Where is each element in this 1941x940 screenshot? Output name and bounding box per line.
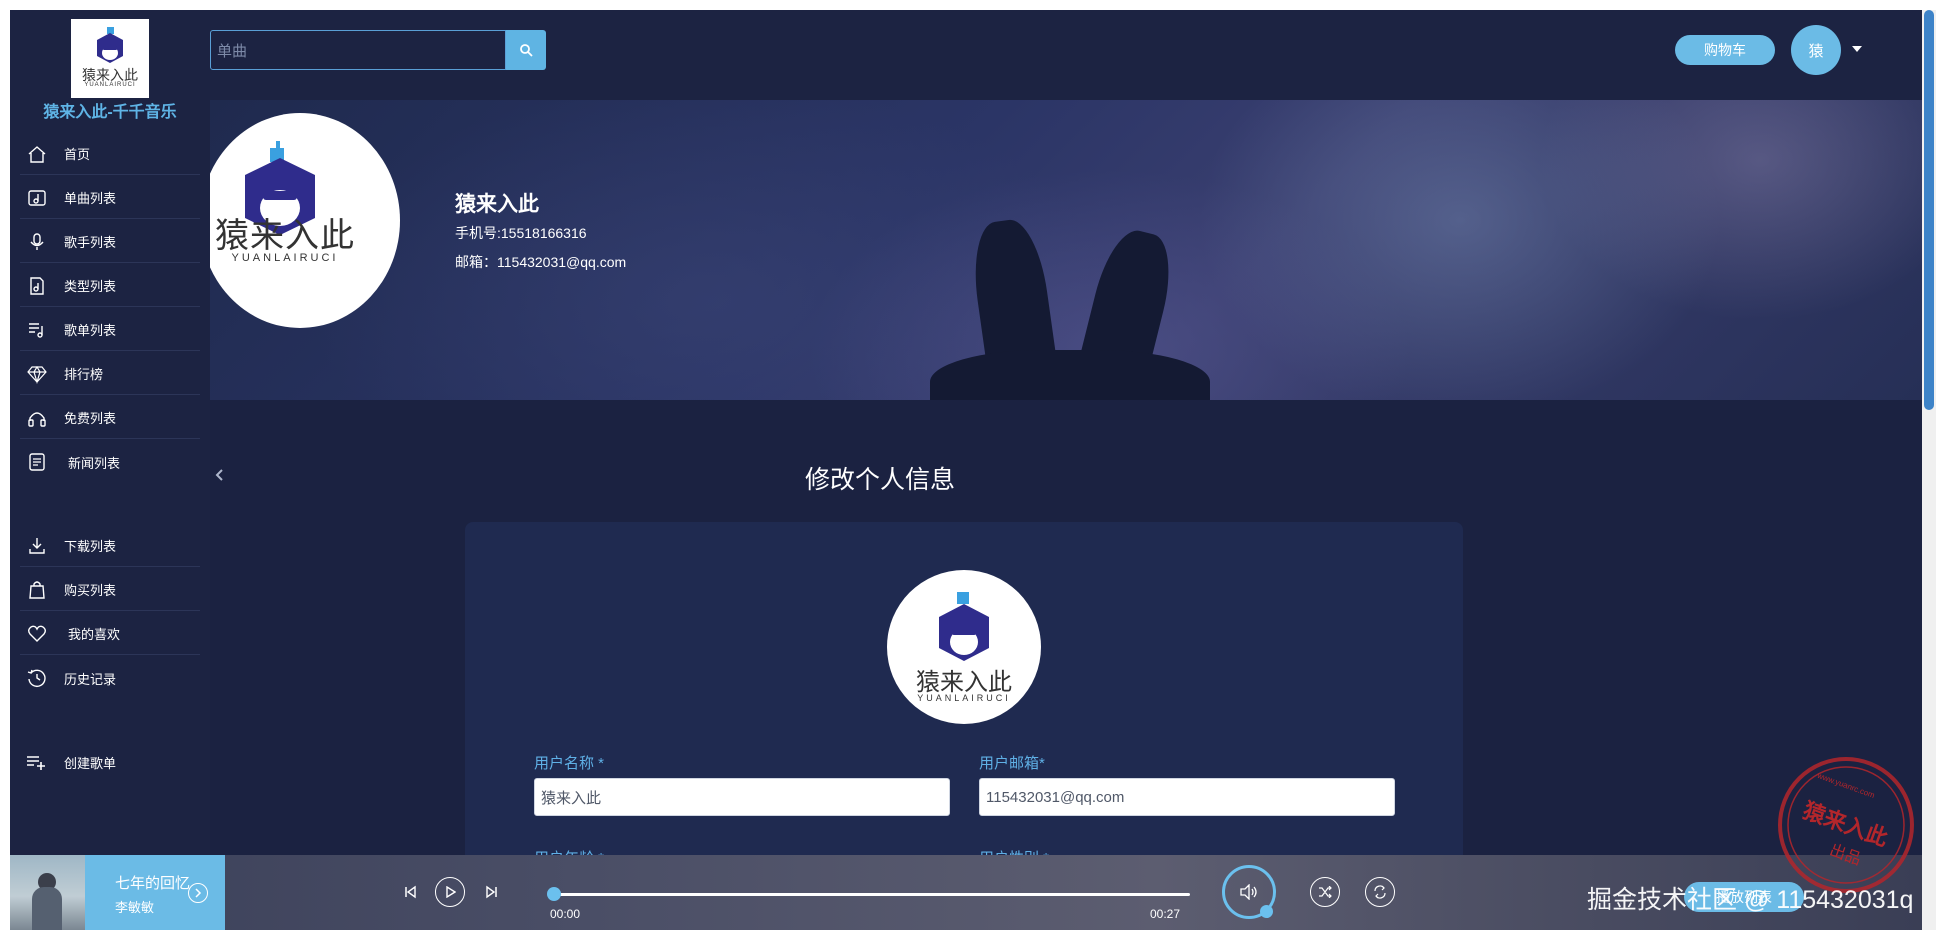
chevron-right-icon bbox=[195, 888, 202, 898]
shuffle-icon bbox=[1319, 886, 1332, 898]
search-box bbox=[210, 30, 509, 71]
add-playlist-icon bbox=[24, 749, 50, 775]
progress-handle[interactable] bbox=[547, 887, 561, 901]
play-button[interactable] bbox=[435, 877, 465, 907]
skip-next-icon bbox=[486, 885, 497, 899]
song-title: 七年的回忆 bbox=[115, 875, 191, 892]
diamond-icon bbox=[24, 361, 50, 387]
profile-banner: 猿来入此 YUANLAIRUCI 猿来入此 手机号:15518166316 邮箱… bbox=[210, 100, 1922, 400]
page-scrollbar[interactable] bbox=[1922, 10, 1936, 930]
sidebar-item-label: 免费列表 bbox=[64, 411, 117, 426]
sidebar-item-label: 新闻列表 bbox=[68, 455, 121, 471]
caret-down-icon[interactable] bbox=[1852, 46, 1862, 52]
profile-name: 猿来入此 bbox=[455, 193, 539, 216]
sidebar-item-downloads[interactable]: 下载列表 bbox=[20, 525, 200, 567]
skip-previous-icon bbox=[405, 885, 416, 899]
sidebar-item-create-playlist[interactable]: 创建歌单 bbox=[20, 741, 200, 783]
sidebar-item-news[interactable]: 新闻列表 bbox=[20, 441, 200, 483]
page-title: 修改个人信息 bbox=[804, 466, 955, 494]
current-time: 00:00 bbox=[550, 907, 581, 921]
sidebar-item-songs[interactable]: 单曲列表 bbox=[20, 177, 200, 219]
playlist-icon bbox=[24, 317, 50, 343]
total-time: 00:27 bbox=[1150, 907, 1181, 921]
sidebar-item-label: 歌手列表 bbox=[64, 235, 117, 250]
profile-phone: 手机号:15518166316 bbox=[455, 225, 587, 241]
sidebar-item-label: 歌单列表 bbox=[64, 323, 117, 338]
card-avatar[interactable]: 猿来入此 YUANLAIRUCI bbox=[887, 570, 1041, 724]
song-artist: 李敏敏 bbox=[115, 900, 155, 915]
sidebar-item-label: 下载列表 bbox=[64, 539, 117, 554]
search-input[interactable] bbox=[211, 31, 509, 71]
volume-icon bbox=[1240, 884, 1257, 900]
top-header: 购物车 猿 bbox=[10, 10, 1922, 100]
sidebar-item-label: 首页 bbox=[64, 147, 91, 162]
repeat-icon bbox=[1374, 885, 1386, 899]
sidebar-item-types[interactable]: 类型列表 bbox=[20, 265, 200, 307]
next-button[interactable] bbox=[482, 882, 502, 902]
sidebar-item-free[interactable]: 免费列表 bbox=[20, 397, 200, 439]
sidebar-item-label: 单曲列表 bbox=[64, 191, 117, 206]
play-icon bbox=[446, 886, 456, 898]
sidebar-item-purchases[interactable]: 购买列表 bbox=[20, 569, 200, 611]
username-label: 用户名称 * bbox=[534, 755, 605, 772]
user-avatar[interactable]: 猿 bbox=[1791, 25, 1841, 75]
progress-bar[interactable] bbox=[550, 893, 1190, 896]
sidebar: 猿来入此 YUANLAIRUCI 猿来入此-千千音乐 首页 单曲列表 歌手列表 … bbox=[10, 10, 210, 855]
watermark-text: 掘金技术社区 @ 115432031q bbox=[1587, 886, 1914, 914]
search-button[interactable] bbox=[506, 30, 546, 70]
cart-button[interactable]: 购物车 bbox=[1675, 35, 1775, 65]
previous-button[interactable] bbox=[400, 882, 420, 902]
music-file-icon bbox=[24, 273, 50, 299]
sidebar-item-label: 创建歌单 bbox=[64, 755, 117, 771]
sidebar-item-label: 购买列表 bbox=[64, 583, 117, 598]
sidebar-item-label: 我的喜欢 bbox=[68, 627, 121, 642]
search-icon bbox=[520, 44, 533, 57]
news-icon bbox=[24, 449, 50, 475]
brand-stamp: www.yuanrc.com 猿来入此 出品 bbox=[1776, 755, 1916, 895]
repeat-button[interactable] bbox=[1365, 877, 1395, 907]
sidebar-item-rankings[interactable]: 排行榜 bbox=[20, 353, 200, 395]
sidebar-item-favorites[interactable]: 我的喜欢 bbox=[20, 613, 200, 655]
shuffle-button[interactable] bbox=[1310, 877, 1340, 907]
profile-email: 邮箱：115432031@qq.com bbox=[455, 254, 627, 270]
music-note-icon bbox=[24, 185, 50, 211]
heart-icon bbox=[24, 621, 50, 647]
site-logo[interactable]: 猿来入此 YUANLAIRUCI bbox=[71, 19, 149, 98]
expand-player-button[interactable] bbox=[188, 883, 208, 903]
shopping-bag-icon bbox=[24, 577, 50, 603]
profile-logo-text: 猿来入此 bbox=[215, 217, 355, 255]
card-logo-subtext: YUANLAIRUCI bbox=[917, 693, 1011, 703]
history-icon bbox=[24, 665, 50, 691]
headphones-icon bbox=[24, 405, 50, 431]
site-title: 猿来入此-千千音乐 bbox=[43, 104, 177, 121]
sidebar-item-history[interactable]: 历史记录 bbox=[20, 657, 200, 699]
sidebar-item-home[interactable]: 首页 bbox=[20, 133, 200, 175]
sidebar-item-label: 历史记录 bbox=[64, 671, 117, 687]
chevron-left-icon bbox=[215, 469, 223, 481]
email-field[interactable] bbox=[979, 778, 1395, 816]
crowd-silhouette bbox=[930, 350, 1210, 400]
app-window: 购物车 猿 猿来入此 YUANLAIRUCI 猿来入此 手机号:15518166… bbox=[10, 10, 1922, 930]
sidebar-item-playlists[interactable]: 歌单列表 bbox=[20, 309, 200, 351]
profile-logo-subtext: YUANLAIRUCI bbox=[231, 252, 339, 264]
album-cover bbox=[10, 855, 85, 930]
now-playing[interactable]: 七年的回忆 李敏敏 bbox=[10, 855, 225, 930]
sidebar-item-label: 类型列表 bbox=[64, 279, 117, 294]
download-icon bbox=[24, 533, 50, 559]
microphone-icon bbox=[24, 229, 50, 255]
sidebar-collapse-button[interactable] bbox=[210, 455, 230, 495]
scrollbar-thumb[interactable] bbox=[1924, 10, 1934, 410]
logo-subtext: YUANLAIRUCI bbox=[84, 82, 136, 88]
username-field[interactable] bbox=[534, 778, 950, 816]
sidebar-item-label: 排行榜 bbox=[64, 367, 104, 382]
volume-handle[interactable] bbox=[1260, 905, 1273, 918]
home-icon bbox=[24, 141, 50, 167]
sidebar-item-singers[interactable]: 歌手列表 bbox=[20, 221, 200, 263]
card-logo-text: 猿来入此 bbox=[916, 669, 1012, 696]
email-label: 用户邮箱* bbox=[979, 755, 1045, 772]
